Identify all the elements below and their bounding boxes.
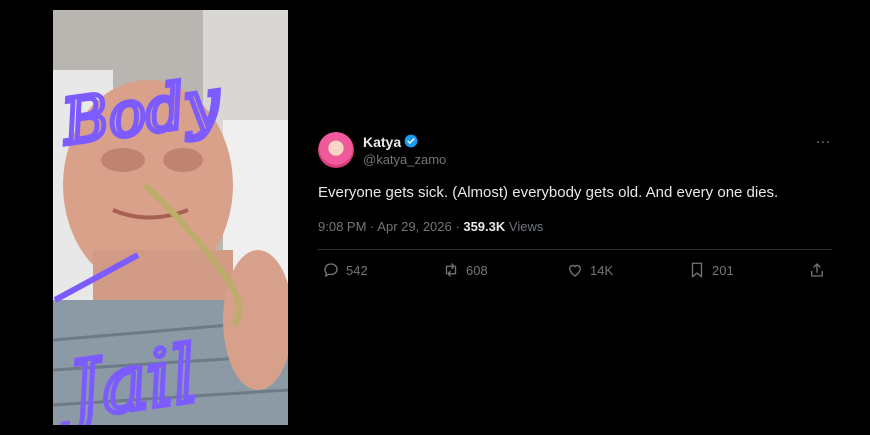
tweet-time[interactable]: 9:08 PM — [318, 219, 366, 234]
author-name[interactable]: Katya — [363, 134, 401, 150]
like-count: 14K — [590, 262, 614, 278]
share-button[interactable] — [808, 261, 826, 279]
views-label: Views — [508, 219, 544, 234]
repost-count: 608 — [466, 262, 488, 278]
views-count: 359.3K — [463, 219, 506, 234]
bookmark-icon — [691, 262, 703, 278]
tweet-date[interactable]: Apr 29, 2026 — [377, 219, 451, 234]
photo-illustration: Body Jail — [53, 10, 288, 425]
tweet-meta: 9:08 PM · Apr 29, 2026 · 359.3K Views — [318, 219, 543, 234]
more-options-icon[interactable]: … — [815, 130, 832, 148]
author-handle[interactable]: @katya_zamo — [363, 152, 446, 167]
heart-icon — [569, 264, 581, 277]
tweet-photo[interactable]: Body Jail — [53, 10, 288, 425]
like-button[interactable]: 14K — [566, 261, 613, 279]
repost-icon — [445, 263, 457, 277]
bookmark-count: 201 — [712, 262, 734, 278]
avatar[interactable] — [318, 132, 354, 168]
action-bar: 542 608 14K 201 — [318, 261, 832, 285]
verified-badge-icon — [404, 134, 418, 148]
reply-icon — [324, 263, 338, 278]
share-icon — [811, 263, 823, 277]
meta-separator: · — [455, 219, 460, 234]
meta-separator: · — [370, 219, 375, 234]
reply-button[interactable]: 542 — [322, 261, 368, 279]
repost-button[interactable]: 608 — [442, 261, 488, 279]
tweet-text: Everyone gets sick. (Almost) everybody g… — [318, 184, 779, 201]
divider — [318, 249, 832, 250]
bookmark-button[interactable]: 201 — [688, 261, 734, 279]
reply-count: 542 — [346, 262, 368, 278]
